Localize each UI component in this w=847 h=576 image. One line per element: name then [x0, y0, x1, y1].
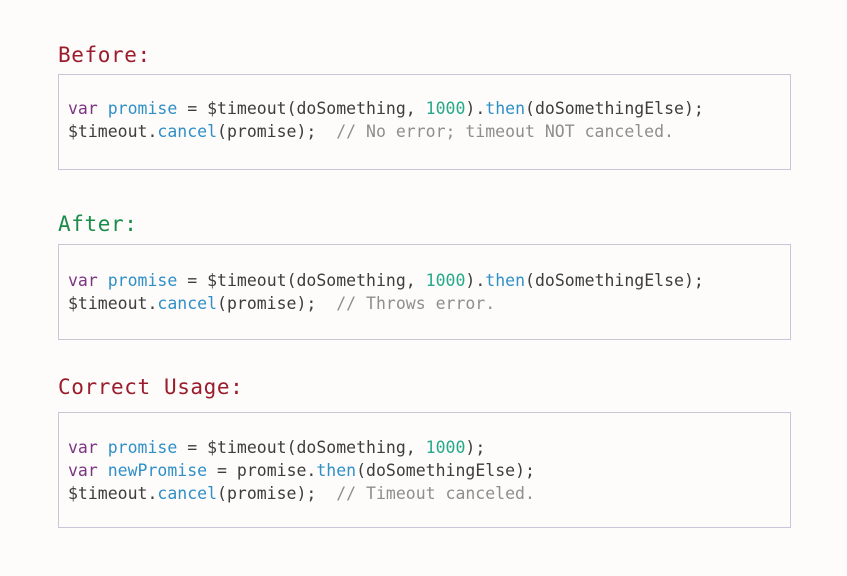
code-token: cancel [157, 294, 218, 313]
section-heading-before: Before: [58, 43, 151, 67]
code-token: (doSomethingElse); [525, 99, 704, 118]
code-token: $timeout. [68, 484, 158, 503]
code-token: var [68, 271, 98, 290]
code-token: = $timeout(doSomething, [177, 438, 426, 457]
code-token: then [485, 271, 526, 290]
code-token: 1000 [425, 438, 466, 457]
section-heading-correct-usage: Correct Usage: [58, 375, 244, 399]
code-token: ). [465, 271, 486, 290]
code-token: $timeout. [68, 294, 158, 313]
code-block-correct-usage: var promise = $timeout(doSomething, 1000… [58, 412, 791, 528]
code-token: // No error; timeout NOT canceled. [336, 122, 674, 141]
code-token: 1000 [425, 99, 466, 118]
code-token: (promise); [217, 294, 337, 313]
code-token: (doSomethingElse); [356, 461, 535, 480]
code-token: cancel [157, 122, 218, 141]
code-token: (promise); [217, 122, 337, 141]
code-line: var promise = $timeout(doSomething, 1000… [68, 436, 790, 459]
code-token: var [68, 99, 98, 118]
code-token: promise [107, 271, 178, 290]
code-block-after: var promise = $timeout(doSomething, 1000… [58, 244, 791, 340]
code-token: (doSomethingElse); [525, 271, 704, 290]
code-token: promise [107, 438, 178, 457]
code-token: ); [465, 438, 486, 457]
section-heading-after: After: [58, 212, 138, 236]
code-token: // Throws error. [336, 294, 496, 313]
code-token: var [68, 461, 98, 480]
code-token: // Timeout canceled. [336, 484, 535, 503]
code-block-before: var promise = $timeout(doSomething, 1000… [58, 74, 791, 170]
code-line: $timeout.cancel(promise); // No error; t… [68, 120, 790, 143]
code-token: = promise. [207, 461, 317, 480]
code-token: promise [107, 99, 178, 118]
code-token: cancel [157, 484, 218, 503]
code-token: 1000 [425, 271, 466, 290]
code-line: var promise = $timeout(doSomething, 1000… [68, 97, 790, 120]
code-token: then [316, 461, 357, 480]
code-token: = $timeout(doSomething, [177, 271, 426, 290]
code-token: var [68, 438, 98, 457]
code-token: $timeout. [68, 122, 158, 141]
code-token: (promise); [217, 484, 337, 503]
code-token: newPromise [107, 461, 208, 480]
code-line: $timeout.cancel(promise); // Throws erro… [68, 292, 790, 315]
code-line: $timeout.cancel(promise); // Timeout can… [68, 482, 790, 505]
code-token: = $timeout(doSomething, [177, 99, 426, 118]
code-token: ). [465, 99, 486, 118]
code-line: var promise = $timeout(doSomething, 1000… [68, 269, 790, 292]
code-line: var newPromise = promise.then(doSomethin… [68, 459, 790, 482]
code-token: then [485, 99, 526, 118]
